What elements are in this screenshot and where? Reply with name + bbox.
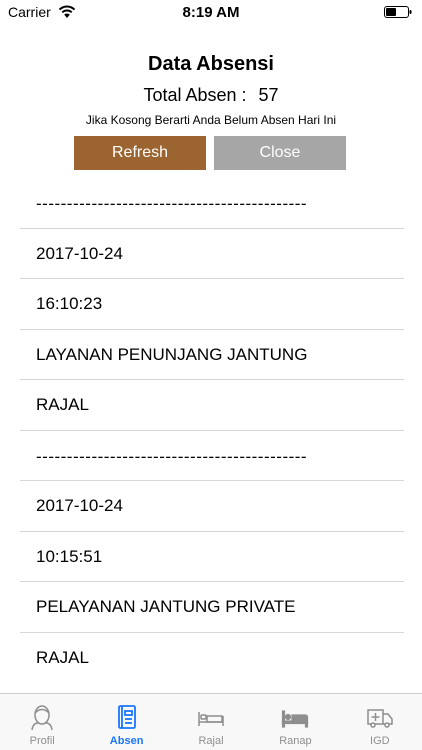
tab-ranap[interactable]: Ranap [253, 694, 337, 750]
inpatient-bed-icon [282, 710, 309, 728]
profile-icon [31, 705, 53, 730]
list-item-service[interactable]: RAJAL [0, 380, 422, 431]
bed-icon [198, 712, 224, 726]
page-title: Data Absensi [148, 53, 274, 75]
list-item-service[interactable]: RAJAL [0, 633, 422, 684]
tab-label: Absen [109, 735, 144, 747]
tab-label: Profil [29, 735, 55, 747]
total-absen-label: Total Absen : [143, 85, 247, 105]
tab-label: Ranap [279, 735, 312, 747]
status-time: 8:19 AM [182, 4, 240, 21]
tab-label: IGD [370, 735, 390, 747]
tab-bar: Profil Absen Rajal Ranap IGD [0, 693, 422, 750]
tab-igd[interactable]: IGD [338, 694, 422, 750]
tab-profil[interactable]: Profil [0, 694, 84, 750]
ambulance-icon [367, 709, 393, 728]
tab-label: Rajal [198, 735, 224, 747]
list-item-date[interactable]: 2017-10-24 [0, 229, 422, 280]
status-bar: Carrier 8:19 AM [0, 0, 422, 24]
close-button[interactable]: Close [214, 136, 346, 170]
list-item-time[interactable]: 10:15:51 [0, 532, 422, 583]
battery-icon [384, 6, 412, 18]
list-item-time[interactable]: 16:10:23 [0, 279, 422, 330]
list-separator: ----------------------------------------… [0, 431, 422, 482]
refresh-button[interactable]: Refresh [74, 136, 206, 170]
total-absen: Total Absen : 57 [0, 85, 422, 106]
list-item-date[interactable]: 2017-10-24 [0, 481, 422, 532]
list-separator: ----------------------------------------… [0, 178, 422, 229]
tab-absen[interactable]: Absen [84, 694, 168, 750]
total-absen-value: 57 [258, 85, 279, 105]
list-item-unit[interactable]: PELAYANAN JANTUNG PRIVATE [0, 582, 422, 633]
empty-note: Jika Kosong Berarti Anda Belum Absen Har… [85, 113, 337, 127]
notebook-icon [117, 705, 136, 729]
list-item-unit[interactable]: LAYANAN PENUNJANG JANTUNG [0, 330, 422, 381]
tab-rajal[interactable]: Rajal [169, 694, 253, 750]
attendance-list[interactable]: ----------------------------------------… [0, 178, 422, 683]
